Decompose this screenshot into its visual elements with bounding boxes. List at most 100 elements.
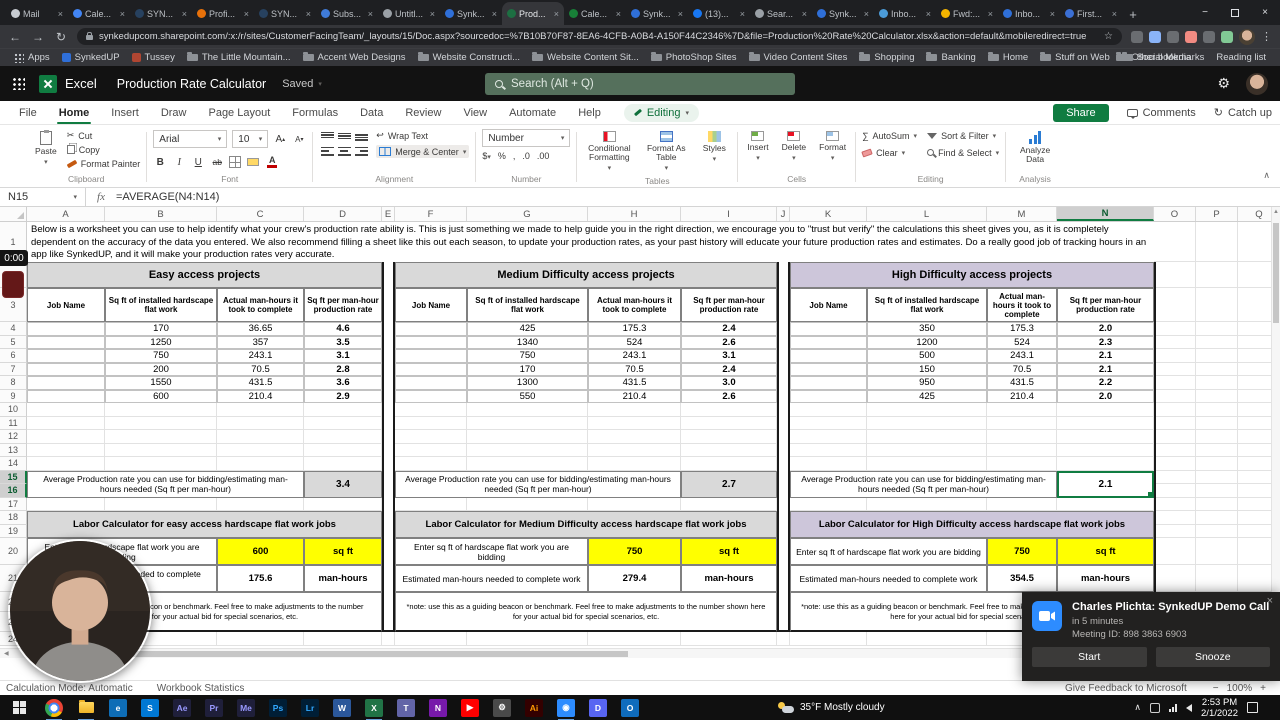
cell-H11[interactable] bbox=[588, 416, 681, 430]
cell-H8[interactable]: 431.5 bbox=[588, 376, 681, 390]
cell-O14[interactable] bbox=[1154, 457, 1196, 471]
cell-N8[interactable]: 2.2 bbox=[1057, 376, 1154, 390]
cell-M5[interactable]: 524 bbox=[987, 335, 1057, 349]
onenote-icon[interactable]: N bbox=[429, 698, 447, 717]
cell-F13[interactable] bbox=[395, 443, 467, 457]
bookmark-item[interactable]: SynkedUP bbox=[56, 52, 126, 63]
note-1[interactable]: *note: use this as a guiding beacon or b… bbox=[395, 592, 777, 632]
new-tab-button[interactable]: + bbox=[1122, 3, 1144, 25]
cell-O7[interactable] bbox=[1154, 362, 1196, 376]
align-bottom-button[interactable] bbox=[353, 129, 369, 143]
cell-K9[interactable] bbox=[790, 389, 867, 403]
cell-G10[interactable] bbox=[467, 403, 588, 417]
cell-K13[interactable] bbox=[790, 443, 867, 457]
cell-I10[interactable] bbox=[681, 403, 777, 417]
cell-M9[interactable]: 210.4 bbox=[987, 389, 1057, 403]
zoom-in-icon[interactable]: + bbox=[1260, 683, 1266, 694]
row-header-13[interactable]: 13 bbox=[0, 443, 27, 457]
enter-value-0[interactable]: 600 bbox=[217, 538, 304, 565]
cell-N4[interactable]: 2.0 bbox=[1057, 322, 1154, 336]
row-header-16[interactable]: 16 bbox=[0, 484, 27, 498]
minimize-button[interactable]: − bbox=[1190, 0, 1220, 25]
word-icon[interactable]: W bbox=[333, 698, 351, 717]
cell-D24[interactable] bbox=[304, 632, 382, 646]
cell-D12[interactable] bbox=[304, 430, 382, 444]
avg-label-0[interactable]: Average Production rate you can use for … bbox=[27, 470, 304, 498]
cell-K4[interactable] bbox=[790, 322, 867, 336]
skype-icon[interactable]: S bbox=[141, 698, 159, 717]
cell-A10[interactable] bbox=[27, 403, 105, 417]
saved-status[interactable]: Saved ▾ bbox=[282, 78, 322, 90]
cell-B8[interactable]: 1550 bbox=[105, 376, 217, 390]
cell-A12[interactable] bbox=[27, 430, 105, 444]
reading-list[interactable]: Reading list bbox=[1210, 52, 1272, 63]
browser-menu-icon[interactable]: ⋮ bbox=[1261, 30, 1272, 43]
column-header-M[interactable]: M bbox=[987, 207, 1057, 221]
cell-F8[interactable] bbox=[395, 376, 467, 390]
row-header-17[interactable]: 17 bbox=[0, 497, 27, 511]
analyze-data-button[interactable]: Analyze Data bbox=[1012, 129, 1058, 166]
tab-close-icon[interactable]: × bbox=[988, 9, 993, 19]
cell-I7[interactable]: 2.4 bbox=[681, 362, 777, 376]
browser-tab[interactable]: Subs... × bbox=[316, 2, 378, 25]
browser-tab[interactable]: Synk... × bbox=[626, 2, 688, 25]
copy-button[interactable]: Copy bbox=[66, 143, 141, 156]
align-right-button[interactable] bbox=[353, 144, 369, 158]
cell-O8[interactable] bbox=[1154, 376, 1196, 390]
column-header-F[interactable]: F bbox=[395, 207, 467, 221]
cell-M14[interactable] bbox=[987, 457, 1057, 471]
bookmark-item[interactable]: Banking bbox=[920, 52, 981, 63]
cell-O3[interactable] bbox=[1154, 288, 1196, 322]
styles-button[interactable]: Styles ▾ bbox=[697, 129, 731, 166]
format-cells-button[interactable]: Format ▾ bbox=[816, 129, 849, 165]
cell-K17[interactable] bbox=[790, 497, 867, 511]
premiere-icon[interactable]: Pr bbox=[205, 698, 223, 717]
delete-cells-button[interactable]: Delete ▾ bbox=[779, 129, 810, 165]
fx-icon[interactable]: fx bbox=[86, 191, 116, 203]
cell-I14[interactable] bbox=[681, 457, 777, 471]
cell-H3[interactable]: Actual man-hours it took to complete bbox=[588, 288, 681, 322]
cell-K24[interactable] bbox=[790, 632, 867, 646]
ribbon-tab-file[interactable]: File bbox=[8, 101, 48, 124]
cell-G12[interactable] bbox=[467, 430, 588, 444]
paste-button[interactable]: Paste ▾ bbox=[32, 129, 60, 169]
cell-H4[interactable]: 175.3 bbox=[588, 322, 681, 336]
cell-O5[interactable] bbox=[1154, 335, 1196, 349]
snooze-button[interactable]: Snooze bbox=[1155, 647, 1270, 667]
excel-logo-icon[interactable] bbox=[39, 74, 57, 93]
section-separator[interactable] bbox=[382, 262, 395, 632]
bookmark-item[interactable]: Video Content Sites bbox=[743, 52, 854, 63]
bookmark-item[interactable]: Tussey bbox=[126, 52, 181, 63]
tab-close-icon[interactable]: × bbox=[430, 9, 435, 19]
underline-button[interactable]: U bbox=[191, 155, 205, 170]
est-value-2[interactable]: 354.5 bbox=[987, 565, 1057, 592]
extension-icon[interactable] bbox=[1185, 30, 1197, 43]
cell-L13[interactable] bbox=[867, 443, 987, 457]
cell-P1[interactable] bbox=[1196, 222, 1238, 262]
cell-L5[interactable]: 1200 bbox=[867, 335, 987, 349]
font-name-select[interactable]: Arial ▾ bbox=[153, 130, 228, 148]
intro-text-cell[interactable]: Below is a worksheet you can use to help… bbox=[27, 222, 1154, 262]
cell-D4[interactable]: 4.6 bbox=[304, 322, 382, 336]
taskbar-weather[interactable]: 35°F Mostly cloudy bbox=[778, 702, 885, 713]
cell-I6[interactable]: 3.1 bbox=[681, 349, 777, 363]
browser-tab[interactable]: Prod... × bbox=[502, 2, 564, 25]
align-left-button[interactable] bbox=[319, 144, 335, 158]
cell-G3[interactable]: Sq ft of installed hardscape flat work bbox=[467, 288, 588, 322]
cell-I9[interactable]: 2.6 bbox=[681, 389, 777, 403]
youtube-icon[interactable]: ▶ bbox=[461, 698, 479, 717]
tab-close-icon[interactable]: × bbox=[120, 9, 125, 19]
cell-L12[interactable] bbox=[867, 430, 987, 444]
cell-L24[interactable] bbox=[867, 632, 987, 646]
browser-tab[interactable]: Inbo... × bbox=[874, 2, 936, 25]
cell-C4[interactable]: 36.65 bbox=[217, 322, 304, 336]
tab-close-icon[interactable]: × bbox=[616, 9, 621, 19]
cell-M3[interactable]: Actual man-hours it took to complete bbox=[987, 288, 1057, 322]
cell-K10[interactable] bbox=[790, 403, 867, 417]
start-button[interactable] bbox=[0, 695, 38, 720]
media-encoder-icon[interactable]: Me bbox=[237, 698, 255, 717]
cell-D14[interactable] bbox=[304, 457, 382, 471]
cell-L8[interactable]: 950 bbox=[867, 376, 987, 390]
cell-H7[interactable]: 70.5 bbox=[588, 362, 681, 376]
row-header-18[interactable]: 18 bbox=[0, 511, 27, 525]
